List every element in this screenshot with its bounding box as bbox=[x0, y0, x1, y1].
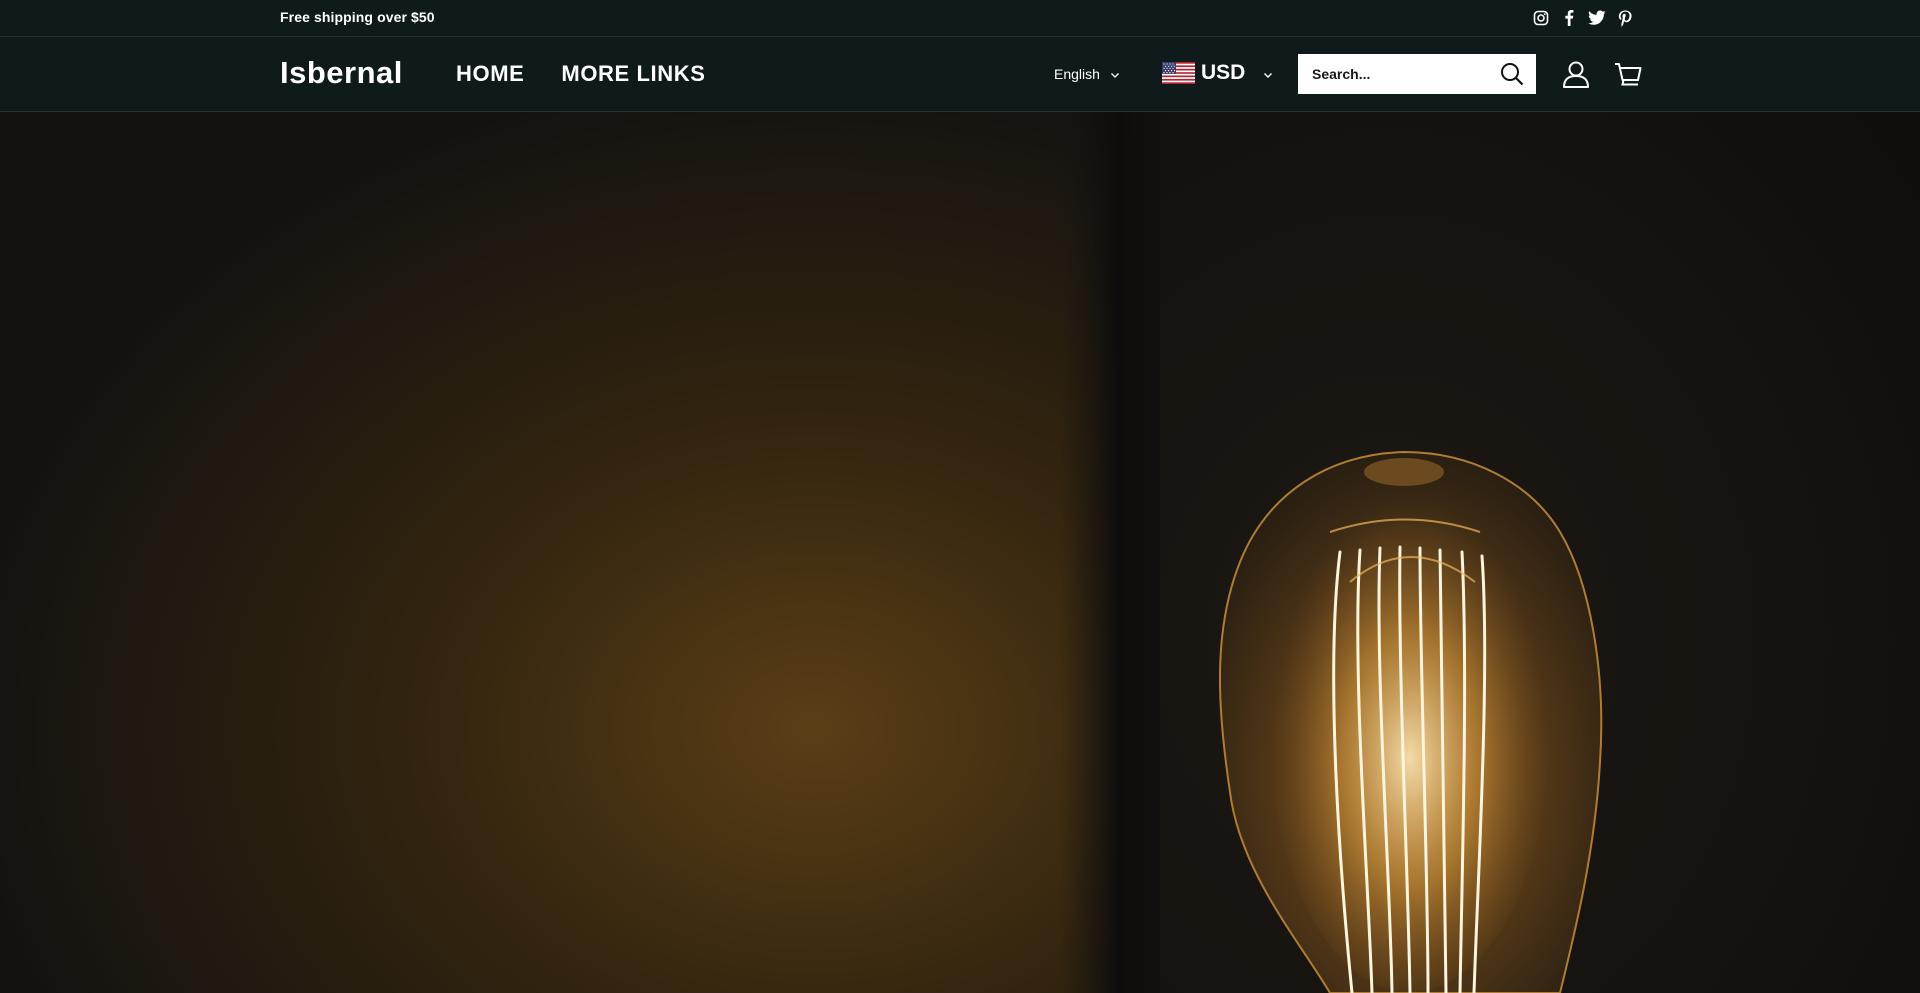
site-header: Isbernal HOME MORE LINKS English USD Sea… bbox=[0, 37, 1920, 112]
twitter-icon[interactable] bbox=[1588, 9, 1606, 27]
currency-label: USD bbox=[1201, 61, 1246, 84]
search-icon[interactable] bbox=[1500, 62, 1524, 86]
announcement-bar: Free shipping over $50 bbox=[0, 0, 1920, 37]
main-nav: HOME MORE LINKS bbox=[456, 61, 706, 87]
hero-image bbox=[0, 112, 1920, 993]
pinterest-icon[interactable] bbox=[1616, 9, 1634, 27]
search-box bbox=[1298, 54, 1536, 94]
social-links bbox=[1532, 9, 1634, 27]
instagram-icon[interactable] bbox=[1532, 9, 1550, 27]
site-logo[interactable]: Isbernal bbox=[280, 55, 403, 91]
currency-selector[interactable]: USD bbox=[1162, 61, 1273, 85]
edison-bulb-photo bbox=[0, 112, 1920, 993]
account-icon[interactable] bbox=[1561, 59, 1591, 89]
language-label: English bbox=[1054, 66, 1100, 82]
facebook-icon[interactable] bbox=[1560, 9, 1578, 27]
us-flag-icon bbox=[1162, 62, 1195, 84]
search-input[interactable] bbox=[1298, 66, 1492, 82]
language-selector[interactable]: English bbox=[1054, 66, 1120, 82]
announcement-text: Free shipping over $50 bbox=[280, 9, 435, 25]
chevron-down-icon bbox=[1263, 61, 1273, 85]
chevron-down-icon bbox=[1110, 66, 1120, 82]
nav-home[interactable]: HOME bbox=[456, 61, 524, 87]
nav-more-links[interactable]: MORE LINKS bbox=[561, 61, 705, 87]
cart-icon[interactable] bbox=[1613, 59, 1643, 89]
